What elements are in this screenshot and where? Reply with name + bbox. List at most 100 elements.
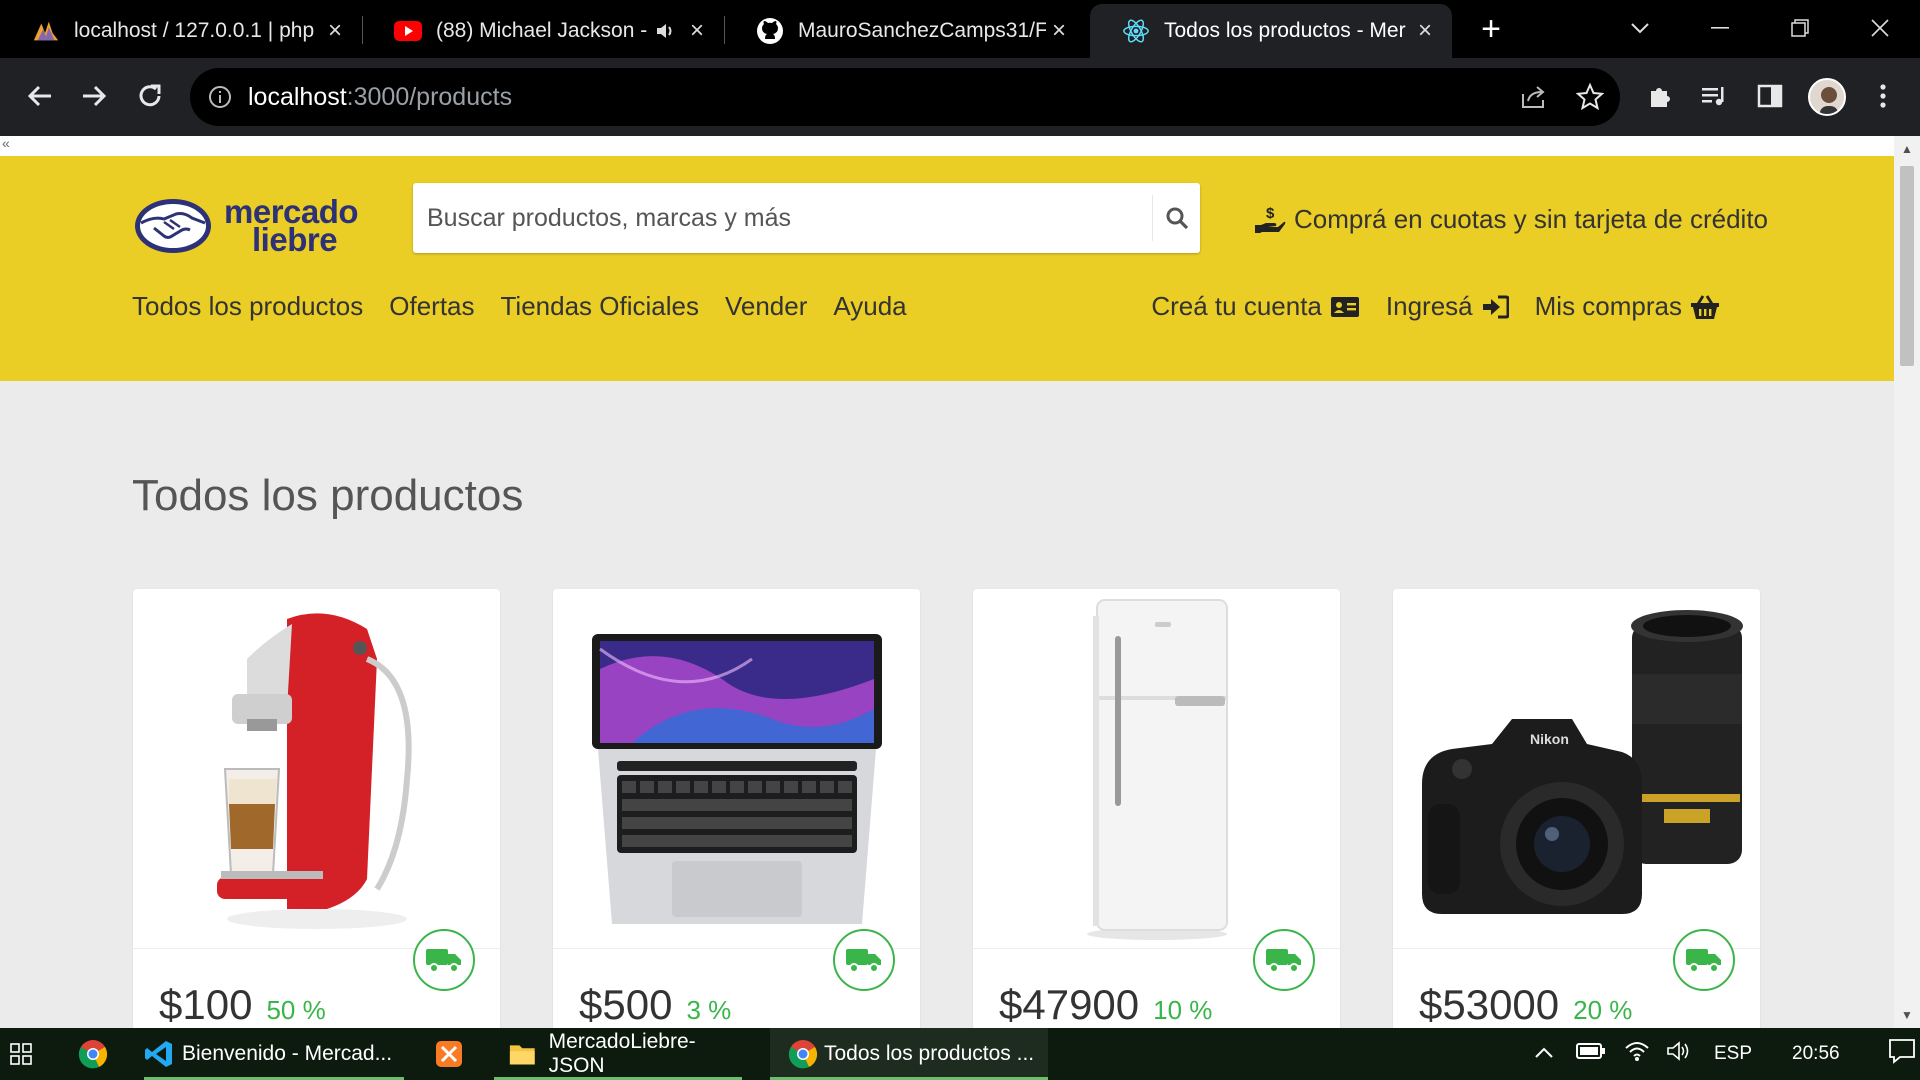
collapse-marker[interactable]: «	[2, 136, 10, 151]
youtube-icon	[394, 17, 422, 45]
nav-help[interactable]: Ayuda	[833, 291, 906, 322]
search-button[interactable]	[1152, 195, 1200, 241]
taskbar-vscode[interactable]: Bienvenido - Mercad...	[144, 1028, 404, 1080]
product-image[interactable]	[973, 589, 1340, 949]
tab-title: Todos los productos - Mer	[1164, 19, 1406, 42]
url-host: localhost	[248, 82, 347, 111]
product-image[interactable]	[133, 589, 500, 949]
bookmark-star-icon[interactable]	[1575, 82, 1605, 116]
address-bar[interactable]: localhost:3000/products	[190, 68, 1620, 126]
product-card[interactable]: $100 50 %	[133, 589, 500, 1028]
scrollbar-thumb[interactable]	[1900, 166, 1914, 366]
side-panel-icon[interactable]	[1750, 76, 1790, 116]
extensions-icon[interactable]	[1640, 76, 1680, 116]
chrome-icon	[788, 1040, 818, 1069]
id-card-icon	[1330, 296, 1359, 317]
chrome-taskbar-icon[interactable]	[78, 1028, 110, 1080]
nav-all-products[interactable]: Todos los productos	[132, 291, 363, 322]
tab-title: (88) Michael Jackson -	[436, 19, 648, 42]
scroll-down-arrow-icon[interactable]: ▼	[1901, 1008, 1913, 1022]
nav-register[interactable]: Creá tu cuenta	[1151, 291, 1360, 322]
product-card[interactable]: $47900 10 %	[973, 589, 1340, 1028]
product-image[interactable]: Nikon	[1393, 589, 1760, 949]
mercado-liebre-logo[interactable]: mercado liebre	[132, 195, 359, 256]
search-input[interactable]	[413, 183, 1152, 253]
clock[interactable]: 20:56	[1792, 1043, 1840, 1065]
minimize-button[interactable]	[1692, 8, 1748, 48]
info-icon[interactable]	[208, 85, 232, 114]
hand-holding-dollar-icon: $	[1255, 205, 1286, 233]
language-indicator[interactable]: ESP	[1714, 1043, 1752, 1065]
close-icon[interactable]: ×	[684, 18, 710, 44]
login-label: Ingresá	[1385, 291, 1473, 321]
product-price: $500 3 %	[579, 981, 731, 1028]
tab-title: MauroSanchezCamps31/F	[798, 19, 1046, 42]
volume-icon[interactable]	[1666, 1040, 1692, 1068]
close-icon[interactable]: ×	[1412, 18, 1438, 44]
shopping-basket-icon	[1691, 294, 1719, 319]
folder-icon	[509, 1045, 535, 1065]
tab-phpmyadmin[interactable]: localhost / 127.0.0.1 | php ×	[0, 4, 362, 58]
price-value: $500	[579, 981, 673, 1028]
product-card[interactable]: Nikon $53000 20 %	[1393, 589, 1760, 1028]
reload-button[interactable]	[130, 76, 170, 116]
search-bar	[413, 183, 1200, 253]
taskbar-label: MercadoLiebre-JSON	[548, 1030, 696, 1077]
tab-search-icon[interactable]	[1612, 8, 1668, 48]
tab-youtube[interactable]: (88) Michael Jackson - ×	[362, 4, 724, 58]
taskbar-label: Bienvenido - Mercad...	[182, 1042, 393, 1065]
user-nav: Creá tu cuenta Ingresá Mis compras	[1125, 291, 1720, 322]
close-window-button[interactable]	[1852, 8, 1908, 48]
share-icon[interactable]	[1520, 84, 1548, 115]
page-title: Todos los productos	[132, 471, 524, 520]
main-nav: Todos los productos Ofertas Tiendas Ofic…	[132, 291, 933, 322]
battery-icon[interactable]	[1576, 1041, 1606, 1067]
nav-purchases[interactable]: Mis compras	[1535, 291, 1720, 322]
wifi-icon[interactable]	[1624, 1040, 1650, 1068]
logo-wordmark: mercado liebre	[224, 195, 359, 256]
xampp-icon[interactable]	[434, 1028, 466, 1080]
svg-text:$: $	[1266, 205, 1275, 222]
taskbar-explorer[interactable]: MercadoLiebre-JSON	[494, 1028, 742, 1080]
forward-button[interactable]	[74, 76, 114, 116]
profile-avatar[interactable]	[1808, 78, 1846, 116]
promo-text: Comprá en cuotas y sin tarjeta de crédit…	[1294, 204, 1769, 234]
tab-products[interactable]: Todos los productos - Mer ×	[1090, 4, 1452, 58]
new-tab-button[interactable]: +	[1474, 12, 1508, 46]
restore-button[interactable]	[1772, 8, 1828, 48]
truck-icon	[1266, 949, 1301, 973]
tab-github[interactable]: MauroSanchezCamps31/F ×	[724, 4, 1086, 58]
browser-tab-bar: localhost / 127.0.0.1 | php × (88) Micha…	[0, 0, 1920, 58]
speaker-icon[interactable]	[654, 17, 676, 45]
page-scrollbar[interactable]: ▲ ▼	[1894, 136, 1920, 1028]
taskbar-chrome-window[interactable]: Todos los productos ...	[770, 1028, 1048, 1080]
close-icon[interactable]: ×	[322, 18, 348, 44]
menu-kebab-icon[interactable]	[1863, 76, 1903, 116]
discount-badge: 50 %	[266, 995, 326, 1025]
collapse-strip[interactable]: «	[0, 136, 1894, 156]
close-icon[interactable]: ×	[1046, 18, 1072, 44]
svg-text:Nikon: Nikon	[1530, 731, 1569, 747]
notifications-icon[interactable]	[1888, 1038, 1916, 1070]
search-icon	[1166, 207, 1188, 230]
scroll-up-arrow-icon[interactable]: ▲	[1901, 142, 1913, 156]
product-image[interactable]	[553, 589, 920, 949]
task-view-icon[interactable]	[10, 1028, 42, 1080]
discount-badge: 20 %	[1573, 995, 1633, 1025]
nav-official-stores[interactable]: Tiendas Oficiales	[501, 291, 699, 322]
free-shipping-badge	[1673, 929, 1735, 991]
product-card[interactable]: $500 3 %	[553, 589, 920, 1028]
installments-promo[interactable]: $ Comprá en cuotas y sin tarjeta de créd…	[1254, 204, 1768, 235]
tab-title: localhost / 127.0.0.1 | php	[74, 19, 315, 42]
github-icon	[756, 17, 784, 45]
media-queue-icon[interactable]	[1694, 76, 1734, 116]
truck-icon	[1686, 949, 1721, 973]
nav-offers[interactable]: Ofertas	[389, 291, 474, 322]
nav-sell[interactable]: Vender	[725, 291, 807, 322]
back-button[interactable]	[20, 76, 60, 116]
chevron-up-icon[interactable]	[1534, 1043, 1554, 1065]
nav-login[interactable]: Ingresá	[1386, 291, 1509, 322]
register-label: Creá tu cuenta	[1151, 291, 1322, 321]
camera-image: Nikon	[1421, 609, 1743, 914]
truck-icon	[426, 949, 461, 973]
